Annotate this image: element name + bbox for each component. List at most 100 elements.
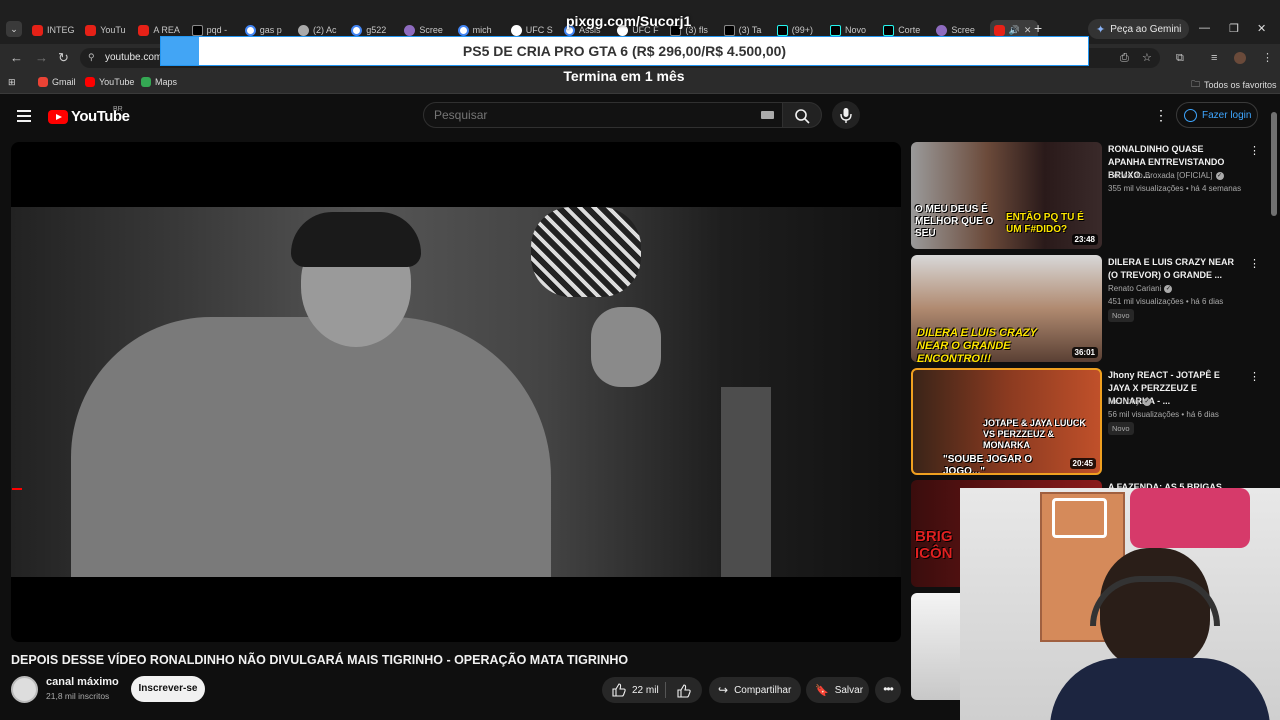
bookmark-icon: 🔖 xyxy=(815,684,829,697)
thumbnail-caption-right: JOTAPE & JAYA LUUCK VS PERZZEUZ & MONARK… xyxy=(983,418,1086,450)
like-divider xyxy=(665,682,666,698)
extensions-icon[interactable]: ⧉ xyxy=(1176,50,1184,66)
minimize-icon[interactable]: — xyxy=(1199,22,1210,34)
youtube-icon xyxy=(993,24,1005,36)
x-icon xyxy=(191,24,203,36)
recommendation-channel[interactable]: Cortes do Broxada [OFICIAL] ✓ xyxy=(1108,171,1224,180)
media-control-icon[interactable]: ≡ xyxy=(1211,50,1217,66)
profile-avatar[interactable] xyxy=(1234,52,1246,64)
chrome-menu-icon[interactable]: ⋮ xyxy=(1262,50,1273,66)
gemini-icon: ✦ xyxy=(1096,23,1106,36)
url-text[interactable]: youtube.com/ xyxy=(105,52,165,63)
youtube-icon xyxy=(32,24,43,36)
basketball-hoop xyxy=(1052,498,1107,538)
recommendation-item[interactable]: DILERA E LUIS CRAZY NEAR O GRANDE ENCONT… xyxy=(911,255,1260,363)
video-duration: 20:45 xyxy=(1069,458,1096,469)
video-player[interactable] xyxy=(11,142,901,642)
reload-icon[interactable]: ↻ xyxy=(58,50,69,66)
verified-icon: ✓ xyxy=(1164,284,1173,293)
recommendation-meta: 451 mil visualizações • há 6 dias xyxy=(1108,297,1224,306)
gemini-button[interactable]: ✦ Peça ao Gemini xyxy=(1088,19,1190,39)
sign-in-button[interactable]: Fazer login xyxy=(1176,102,1258,128)
thumbnail-caption-right: ENTÃO PQ TU É UM F#DIDO? xyxy=(1006,212,1084,235)
ufc-icon xyxy=(510,24,522,36)
region-code: BR xyxy=(113,106,123,113)
recommendation-menu-icon[interactable]: ⋮ xyxy=(1249,144,1260,157)
recommendation-item[interactable]: O MEU DEUS É MELHOR QUE O SEU ENTÃO PQ T… xyxy=(911,142,1260,250)
thumbnail[interactable]: DILERA E LUIS CRAZY NEAR O GRANDE ENCONT… xyxy=(911,255,1102,362)
close-window-icon[interactable]: ✕ xyxy=(1257,22,1266,35)
tab-label: YouTu xyxy=(100,25,126,35)
thumbnail-caption-left: "SOUBE JOGAR O JOGO..." xyxy=(943,454,1033,475)
speaker-icon[interactable]: 🔊 xyxy=(1009,25,1020,36)
youtube-icon xyxy=(85,24,97,36)
channel-name[interactable]: canal máximo xyxy=(46,676,119,688)
thumbnail[interactable]: O MEU DEUS É MELHOR QUE O SEU ENTÃO PQ T… xyxy=(911,142,1102,249)
hand xyxy=(591,307,661,387)
more-actions-icon[interactable]: ••• xyxy=(875,677,901,703)
browser-tab[interactable]: YouTu xyxy=(85,20,133,40)
site-info-icon[interactable]: ⚲ xyxy=(88,52,95,63)
scrollbar[interactable] xyxy=(1271,112,1277,216)
tab-label: mich xyxy=(472,25,492,35)
search-input[interactable] xyxy=(434,108,734,122)
video-duration: 23:48 xyxy=(1071,234,1098,245)
back-icon[interactable]: ← xyxy=(10,50,23,66)
thumbnail[interactable]: JOTAPE & JAYA LUUCK VS PERZZEUZ & MONARK… xyxy=(911,368,1102,475)
youtube-play-icon xyxy=(48,109,68,124)
google-icon xyxy=(457,24,469,36)
google-icon xyxy=(351,24,363,36)
tiktok-icon xyxy=(883,24,895,36)
close-tab-icon[interactable]: ✕ xyxy=(1024,25,1032,36)
recommendation-item[interactable]: JOTAPE & JAYA LUUCK VS PERZZEUZ & MONARK… xyxy=(911,368,1260,476)
video-title: DEPOIS DESSE VÍDEO RONALDINHO NÃO DIVULG… xyxy=(11,653,629,667)
recommendation-menu-icon[interactable]: ⋮ xyxy=(1249,370,1260,383)
share-icon: ↪ xyxy=(718,683,729,697)
like-button[interactable]: 22 mil xyxy=(602,677,664,703)
hamburger-menu-icon[interactable] xyxy=(17,110,31,122)
patterned-sleeve xyxy=(531,207,641,297)
streamer-shirt xyxy=(1050,658,1270,720)
google-icon xyxy=(244,24,256,36)
verified-icon: ✓ xyxy=(1215,171,1224,180)
video-frame xyxy=(11,207,901,577)
pen-icon xyxy=(936,24,948,36)
recommendation-channel[interactable]: Renato Cariani ✓ xyxy=(1108,284,1173,293)
bookmark-star-icon[interactable]: ☆ xyxy=(1142,50,1152,66)
progress-marker[interactable] xyxy=(12,488,22,490)
recommendation-meta: 56 mil visualizações • há 6 dias xyxy=(1108,410,1219,419)
tab-label: (3) Ta xyxy=(738,25,762,35)
recommendation-title[interactable]: DILERA E LUIS CRAZY NEAR (O TREVOR) O GR… xyxy=(1108,256,1243,282)
browser-tab[interactable]: INTEG xyxy=(32,20,80,40)
restore-icon[interactable]: ❐ xyxy=(1229,22,1239,35)
background-pillar xyxy=(721,387,771,577)
thumbnail-caption-left: BRIG ICÔN xyxy=(915,528,953,562)
subscribe-button[interactable]: Inscrever-se xyxy=(131,676,205,702)
thumbs-up-icon xyxy=(612,683,626,697)
donation-goal-deadline: Termina em 1 mês xyxy=(563,68,685,84)
tab-label: g522 xyxy=(366,25,387,35)
tab-label: gas p xyxy=(259,25,282,35)
thumbnail-caption-left: O MEU DEUS É MELHOR QUE O SEU xyxy=(915,204,994,239)
keyboard-icon[interactable] xyxy=(761,111,774,119)
twitch-icon xyxy=(298,24,309,36)
channel-avatar[interactable] xyxy=(11,676,38,703)
verified-icon: ✓ xyxy=(1143,397,1152,406)
new-tab-button[interactable]: + xyxy=(1034,20,1042,36)
new-badge: Novo xyxy=(1108,309,1134,322)
save-button[interactable]: 🔖 Salvar xyxy=(806,677,869,703)
voice-search-button[interactable] xyxy=(832,101,860,129)
thumbnail-caption-left: DILERA E LUIS CRAZY NEAR O GRANDE ENCONT… xyxy=(917,327,1037,362)
recommendation-menu-icon[interactable]: ⋮ xyxy=(1249,257,1260,270)
x-icon xyxy=(723,24,735,36)
tab-label: Corte xyxy=(898,25,921,35)
settings-kebab-icon[interactable]: ⋮ xyxy=(1154,107,1168,124)
dislike-button[interactable] xyxy=(668,677,700,703)
forward-icon[interactable]: → xyxy=(35,50,48,66)
recommendation-channel[interactable]: McJhony ✓ xyxy=(1108,397,1152,406)
donation-goal-bar: PS5 DE CRIA PRO GTA 6 (R$ 296,00/R$ 4.50… xyxy=(160,36,1089,66)
install-icon[interactable]: ⎙ xyxy=(1120,50,1129,66)
search-button[interactable] xyxy=(782,102,822,128)
tab-search-button[interactable]: ⌄ xyxy=(6,21,22,37)
share-button[interactable]: ↪ Compartilhar xyxy=(709,677,801,703)
